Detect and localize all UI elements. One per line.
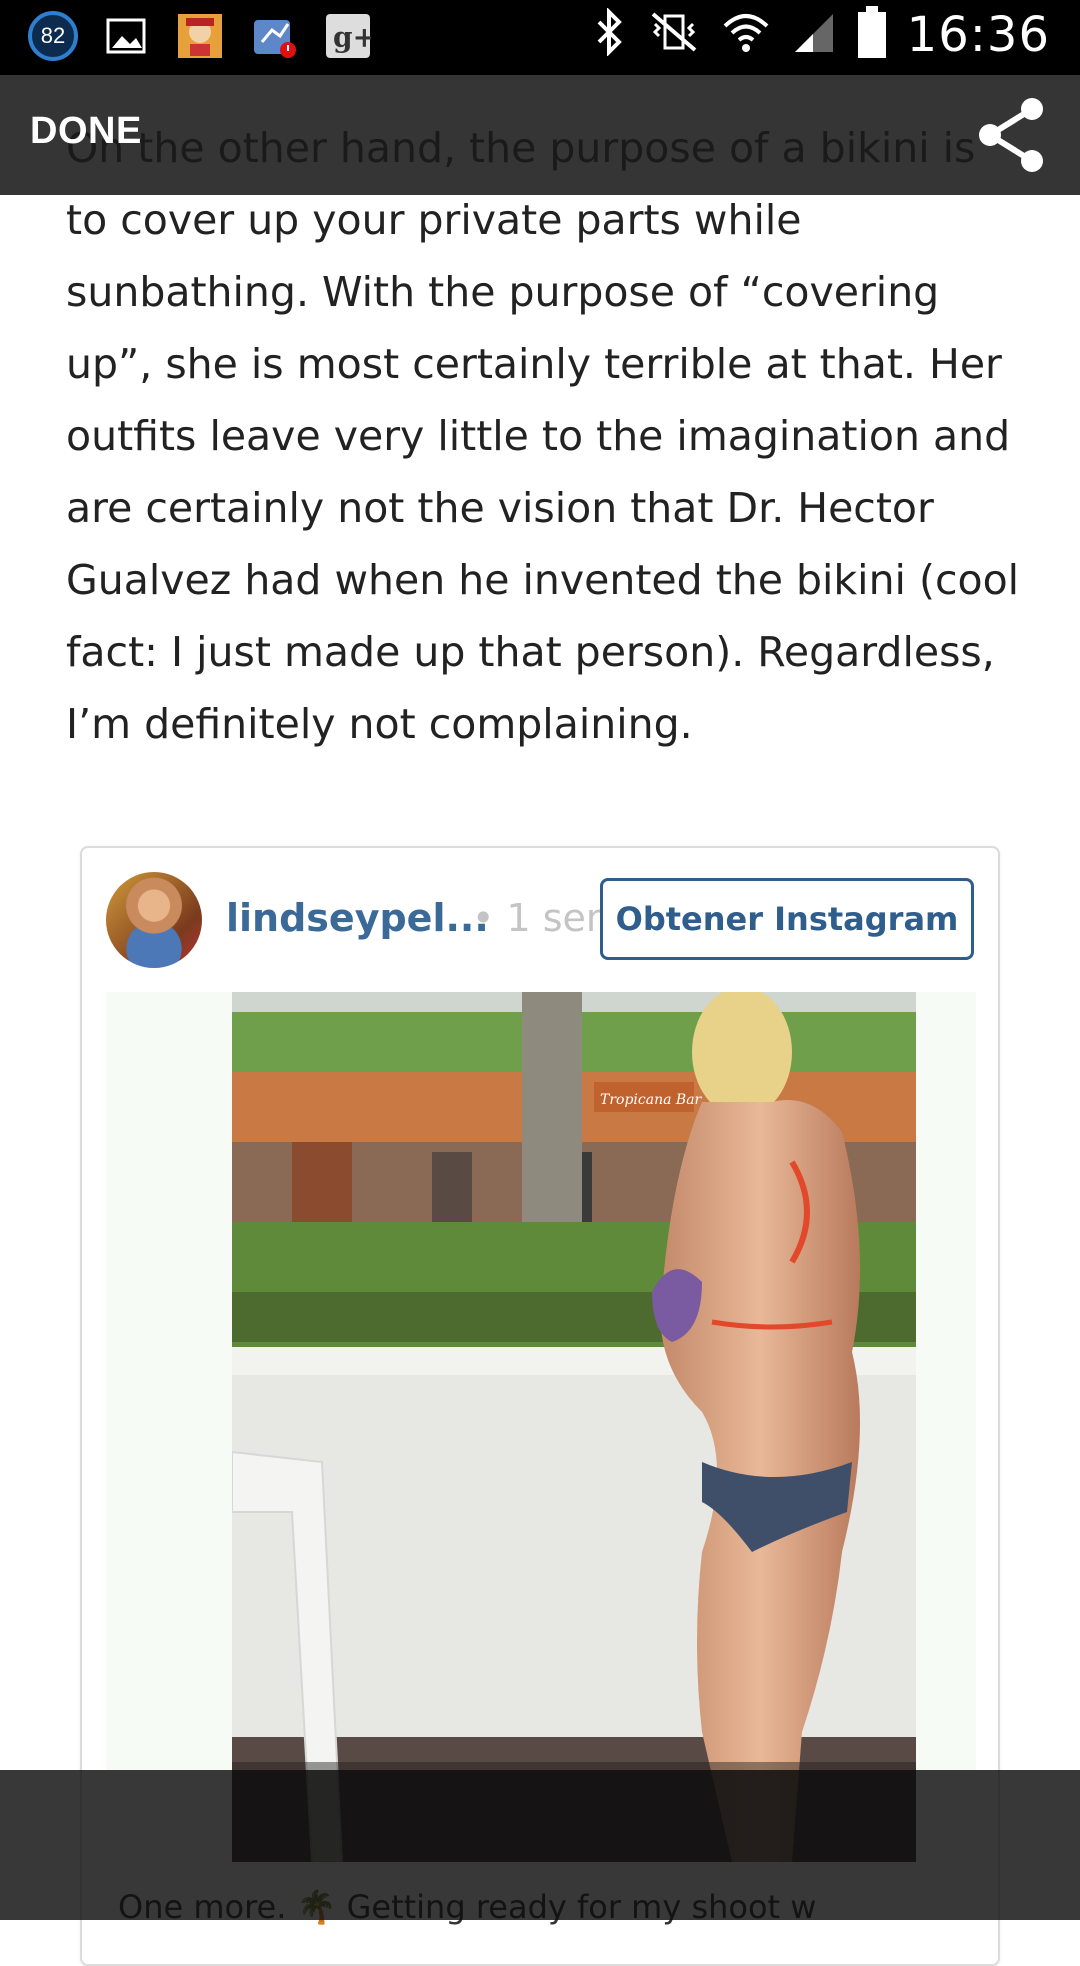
article-paragraph: On the other hand, the purpose of a biki… <box>66 124 1020 748</box>
instagram-photo: Tropicana Bar <box>232 992 916 1862</box>
notification-count-badge: 82 <box>28 11 78 61</box>
reader-toolbar: DONE <box>0 75 1080 195</box>
signal-icon <box>791 8 837 61</box>
status-bar: 82 g+ 16:36 <box>0 0 1080 75</box>
game-app-icon <box>174 10 226 62</box>
battery-icon <box>857 6 887 63</box>
google-plus-icon: g+ <box>322 10 374 62</box>
notification-icons: 82 g+ <box>28 10 374 62</box>
svg-text:g+: g+ <box>333 21 371 54</box>
gallery-icon <box>100 10 152 62</box>
avatar[interactable] <box>106 872 202 968</box>
clock: 16:36 <box>906 6 1050 63</box>
share-button[interactable] <box>972 95 1052 175</box>
article-body: On the other hand, the purpose of a biki… <box>66 112 1026 760</box>
system-status-icons: 16:36 <box>593 6 1050 63</box>
done-button[interactable]: DONE <box>30 110 142 153</box>
bottom-navigation-overlay <box>0 1770 1080 1920</box>
share-icon <box>979 98 1043 172</box>
wifi-icon <box>721 8 771 61</box>
bluetooth-icon <box>593 7 627 61</box>
photo-sign-text: Tropicana Bar <box>600 1092 703 1108</box>
instagram-media[interactable]: Tropicana Bar <box>106 992 976 1862</box>
vibrate-mute-icon <box>647 8 701 61</box>
instagram-username[interactable]: lindseypel... <box>226 896 489 940</box>
get-instagram-button[interactable]: Obtener Instagram <box>600 878 974 960</box>
upload-app-icon <box>248 10 300 62</box>
